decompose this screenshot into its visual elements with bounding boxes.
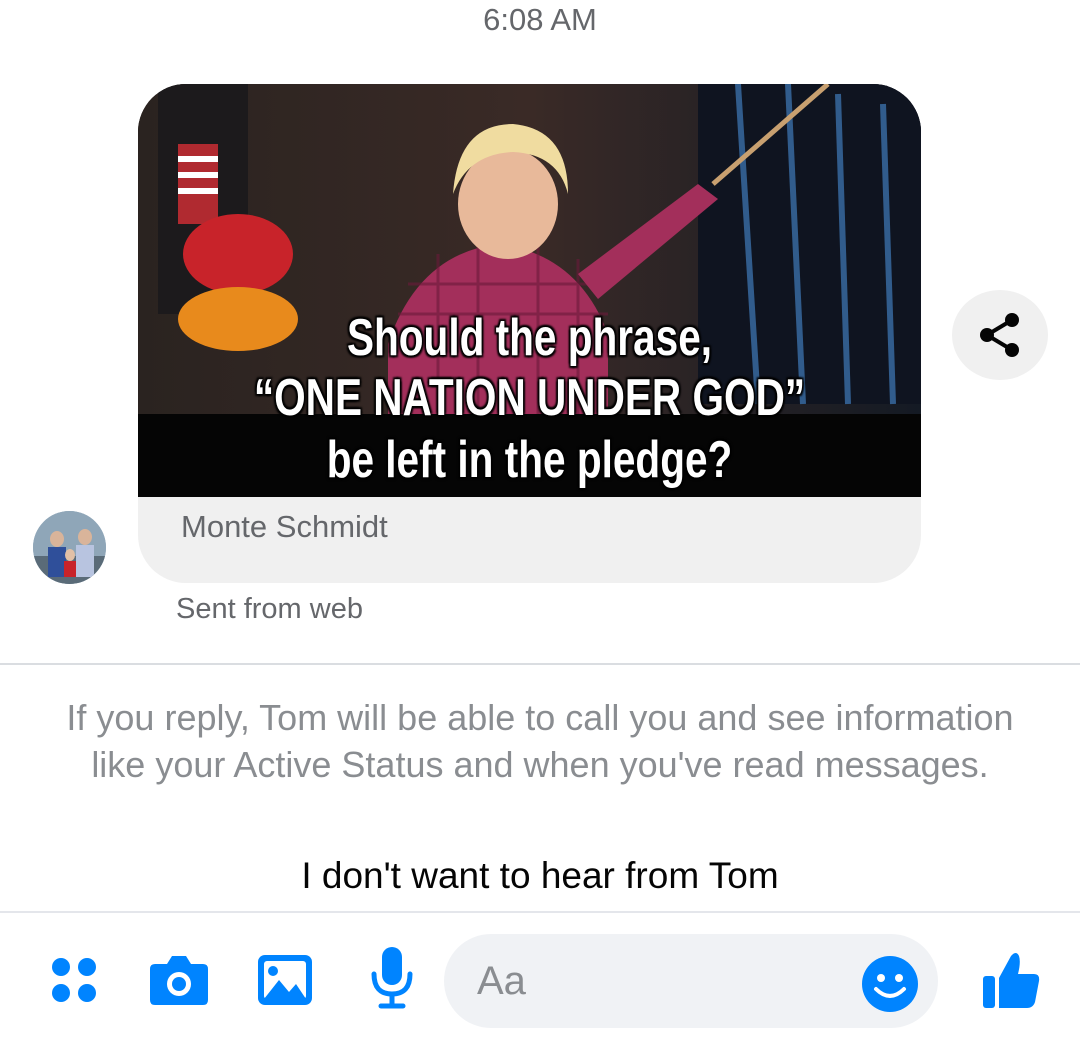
composer-divider [0,911,1080,913]
shared-post-card[interactable]: Should the phrase, “ONE NATION UNDER GOD… [138,84,921,583]
gallery-button[interactable] [254,950,316,1010]
message-timestamp: 6:08 AM [483,2,597,37]
post-author-name: Monte Schmidt [181,509,388,544]
more-actions-button[interactable] [44,950,104,1010]
voice-message-button[interactable] [364,944,420,1012]
meme-caption-line-1: Should the phrase, [346,309,713,367]
emoji-button[interactable] [858,952,922,1016]
gallery-icon [258,955,312,1005]
camera-icon [150,956,208,1005]
ignore-sender-button[interactable]: I don't want to hear from Tom [0,852,1080,900]
microphone-icon [371,947,413,1009]
meme-caption: Should the phrase, “ONE NATION UNDER GOD… [224,309,835,491]
like-button[interactable] [978,948,1044,1012]
avatar-photo [33,511,106,584]
section-divider [0,663,1080,665]
share-icon [980,313,1019,357]
sent-from-label: Sent from web [176,593,363,625]
sender-avatar[interactable] [33,511,106,584]
camera-button[interactable] [146,948,212,1012]
meme-caption-line-2: “ONE NATION UNDER GOD” [253,369,806,427]
more-icon [52,958,96,1002]
thumbs-up-icon [983,953,1040,1008]
share-button[interactable] [952,290,1048,380]
shared-image[interactable]: Should the phrase, “ONE NATION UNDER GOD… [138,84,921,497]
reply-privacy-notice: If you reply, Tom will be able to call y… [66,697,1014,785]
emoji-icon [862,956,918,1012]
meme-caption-line-3: be left in the pledge? [326,431,733,489]
